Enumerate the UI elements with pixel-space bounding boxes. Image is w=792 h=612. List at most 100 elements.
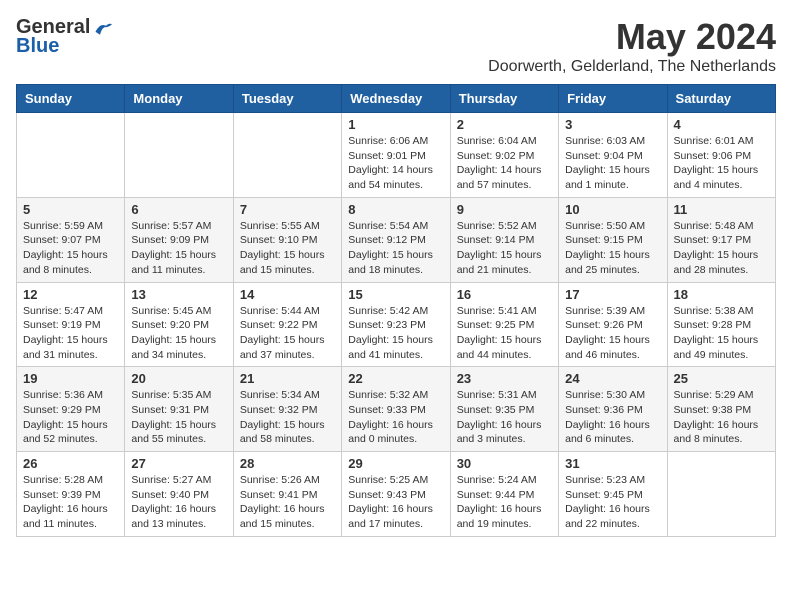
column-header-friday: Friday xyxy=(559,85,667,113)
day-number: 4 xyxy=(674,117,769,132)
day-number: 23 xyxy=(457,371,552,386)
day-info: Sunrise: 5:39 AMSunset: 9:26 PMDaylight:… xyxy=(565,304,660,363)
calendar-cell: 27 Sunrise: 5:27 AMSunset: 9:40 PMDayligh… xyxy=(125,452,233,537)
day-number: 20 xyxy=(131,371,226,386)
day-number: 2 xyxy=(457,117,552,132)
day-info: Sunrise: 6:06 AMSunset: 9:01 PMDaylight:… xyxy=(348,134,443,193)
calendar-cell: 6 Sunrise: 5:57 AMSunset: 9:09 PMDaylight… xyxy=(125,197,233,282)
day-number: 25 xyxy=(674,371,769,386)
calendar-cell: 20Sunrise: 5:35 AMSunset: 9:31 PMDayligh… xyxy=(125,367,233,452)
day-number: 12 xyxy=(23,287,118,302)
day-number: 22 xyxy=(348,371,443,386)
calendar-cell: 16Sunrise: 5:41 AMSunset: 9:25 PMDayligh… xyxy=(450,282,558,367)
column-header-wednesday: Wednesday xyxy=(342,85,450,113)
day-info: Sunrise: 6:01 AMSunset: 9:06 PMDaylight:… xyxy=(674,134,769,193)
calendar-week-row: 1 Sunrise: 6:06 AMSunset: 9:01 PMDaylight… xyxy=(17,113,776,198)
day-info: Sunrise: 5:48 AMSunset: 9:17 PMDaylight:… xyxy=(674,219,769,278)
title-area: May 2024 Doorwerth, Gelderland, The Neth… xyxy=(488,16,776,76)
location-subtitle: Doorwerth, Gelderland, The Netherlands xyxy=(488,58,776,76)
calendar-cell: 25 Sunrise: 5:29 AMSunset: 9:38 PMDayligh… xyxy=(667,367,775,452)
day-number: 9 xyxy=(457,202,552,217)
day-number: 10 xyxy=(565,202,660,217)
day-number: 6 xyxy=(131,202,226,217)
day-info: Sunrise: 5:23 AMSunset: 9:45 PMDaylight:… xyxy=(565,473,660,532)
calendar-cell: 7 Sunrise: 5:55 AMSunset: 9:10 PMDaylight… xyxy=(233,197,341,282)
calendar-header-row: SundayMondayTuesdayWednesdayThursdayFrid… xyxy=(17,85,776,113)
calendar-cell: 28 Sunrise: 5:26 AMSunset: 9:41 PMDayligh… xyxy=(233,452,341,537)
calendar-cell: 23 Sunrise: 5:31 AMSunset: 9:35 PMDayligh… xyxy=(450,367,558,452)
calendar-cell: 1 Sunrise: 6:06 AMSunset: 9:01 PMDaylight… xyxy=(342,113,450,198)
calendar-cell: 19Sunrise: 5:36 AMSunset: 9:29 PMDayligh… xyxy=(17,367,125,452)
logo: General Blue xyxy=(16,16,112,58)
day-info: Sunrise: 5:50 AMSunset: 9:15 PMDaylight:… xyxy=(565,219,660,278)
day-info: Sunrise: 5:44 AMSunset: 9:22 PMDaylight:… xyxy=(240,304,335,363)
day-number: 11 xyxy=(674,202,769,217)
day-info: Sunrise: 5:36 AMSunset: 9:29 PMDaylight:… xyxy=(23,388,118,447)
day-number: 31 xyxy=(565,456,660,471)
day-info: Sunrise: 5:27 AMSunset: 9:40 PMDaylight:… xyxy=(131,473,226,532)
day-info: Sunrise: 5:24 AMSunset: 9:44 PMDaylight:… xyxy=(457,473,552,532)
day-info: Sunrise: 5:34 AMSunset: 9:32 PMDaylight:… xyxy=(240,388,335,447)
day-info: Sunrise: 5:38 AMSunset: 9:28 PMDaylight:… xyxy=(674,304,769,363)
column-header-tuesday: Tuesday xyxy=(233,85,341,113)
day-info: Sunrise: 5:30 AMSunset: 9:36 PMDaylight:… xyxy=(565,388,660,447)
calendar-cell: 24 Sunrise: 5:30 AMSunset: 9:36 PMDayligh… xyxy=(559,367,667,452)
day-info: Sunrise: 5:54 AMSunset: 9:12 PMDaylight:… xyxy=(348,219,443,278)
day-info: Sunrise: 5:47 AMSunset: 9:19 PMDaylight:… xyxy=(23,304,118,363)
calendar-week-row: 26 Sunrise: 5:28 AMSunset: 9:39 PMDayligh… xyxy=(17,452,776,537)
calendar-cell: 22 Sunrise: 5:32 AMSunset: 9:33 PMDayligh… xyxy=(342,367,450,452)
day-number: 24 xyxy=(565,371,660,386)
calendar-cell: 9 Sunrise: 5:52 AMSunset: 9:14 PMDaylight… xyxy=(450,197,558,282)
calendar-cell xyxy=(233,113,341,198)
day-info: Sunrise: 5:57 AMSunset: 9:09 PMDaylight:… xyxy=(131,219,226,278)
calendar-cell xyxy=(125,113,233,198)
calendar-cell xyxy=(17,113,125,198)
day-info: Sunrise: 5:55 AMSunset: 9:10 PMDaylight:… xyxy=(240,219,335,278)
day-info: Sunrise: 5:41 AMSunset: 9:25 PMDaylight:… xyxy=(457,304,552,363)
calendar-cell: 26 Sunrise: 5:28 AMSunset: 9:39 PMDayligh… xyxy=(17,452,125,537)
day-info: Sunrise: 5:31 AMSunset: 9:35 PMDaylight:… xyxy=(457,388,552,447)
day-number: 7 xyxy=(240,202,335,217)
day-number: 30 xyxy=(457,456,552,471)
calendar-cell: 13Sunrise: 5:45 AMSunset: 9:20 PMDayligh… xyxy=(125,282,233,367)
logo-bird-icon xyxy=(94,19,112,37)
day-number: 15 xyxy=(348,287,443,302)
day-number: 18 xyxy=(674,287,769,302)
calendar-cell: 8Sunrise: 5:54 AMSunset: 9:12 PMDaylight… xyxy=(342,197,450,282)
calendar-cell: 4 Sunrise: 6:01 AMSunset: 9:06 PMDaylight… xyxy=(667,113,775,198)
calendar-cell: 3 Sunrise: 6:03 AMSunset: 9:04 PMDaylight… xyxy=(559,113,667,198)
column-header-monday: Monday xyxy=(125,85,233,113)
day-number: 3 xyxy=(565,117,660,132)
page-header: General Blue May 2024 Doorwerth, Gelderl… xyxy=(16,16,776,76)
day-number: 17 xyxy=(565,287,660,302)
calendar-cell: 15Sunrise: 5:42 AMSunset: 9:23 PMDayligh… xyxy=(342,282,450,367)
calendar-cell: 14Sunrise: 5:44 AMSunset: 9:22 PMDayligh… xyxy=(233,282,341,367)
day-info: Sunrise: 5:29 AMSunset: 9:38 PMDaylight:… xyxy=(674,388,769,447)
day-number: 28 xyxy=(240,456,335,471)
logo-blue-text: Blue xyxy=(16,35,59,58)
calendar-week-row: 5Sunrise: 5:59 AMSunset: 9:07 PMDaylight… xyxy=(17,197,776,282)
day-info: Sunrise: 5:28 AMSunset: 9:39 PMDaylight:… xyxy=(23,473,118,532)
day-info: Sunrise: 5:32 AMSunset: 9:33 PMDaylight:… xyxy=(348,388,443,447)
calendar-cell: 30 Sunrise: 5:24 AMSunset: 9:44 PMDayligh… xyxy=(450,452,558,537)
month-title: May 2024 xyxy=(488,16,776,58)
day-number: 1 xyxy=(348,117,443,132)
day-number: 29 xyxy=(348,456,443,471)
calendar-cell xyxy=(667,452,775,537)
calendar-cell: 29 Sunrise: 5:25 AMSunset: 9:43 PMDayligh… xyxy=(342,452,450,537)
calendar-week-row: 19Sunrise: 5:36 AMSunset: 9:29 PMDayligh… xyxy=(17,367,776,452)
day-info: Sunrise: 5:25 AMSunset: 9:43 PMDaylight:… xyxy=(348,473,443,532)
calendar-cell: 31 Sunrise: 5:23 AMSunset: 9:45 PMDayligh… xyxy=(559,452,667,537)
day-info: Sunrise: 5:59 AMSunset: 9:07 PMDaylight:… xyxy=(23,219,118,278)
day-info: Sunrise: 6:03 AMSunset: 9:04 PMDaylight:… xyxy=(565,134,660,193)
column-header-thursday: Thursday xyxy=(450,85,558,113)
day-info: Sunrise: 5:52 AMSunset: 9:14 PMDaylight:… xyxy=(457,219,552,278)
calendar-cell: 5Sunrise: 5:59 AMSunset: 9:07 PMDaylight… xyxy=(17,197,125,282)
day-info: Sunrise: 6:04 AMSunset: 9:02 PMDaylight:… xyxy=(457,134,552,193)
day-number: 13 xyxy=(131,287,226,302)
day-number: 27 xyxy=(131,456,226,471)
calendar-week-row: 12 Sunrise: 5:47 AMSunset: 9:19 PMDayligh… xyxy=(17,282,776,367)
calendar-cell: 10 Sunrise: 5:50 AMSunset: 9:15 PMDayligh… xyxy=(559,197,667,282)
day-number: 26 xyxy=(23,456,118,471)
day-info: Sunrise: 5:26 AMSunset: 9:41 PMDaylight:… xyxy=(240,473,335,532)
